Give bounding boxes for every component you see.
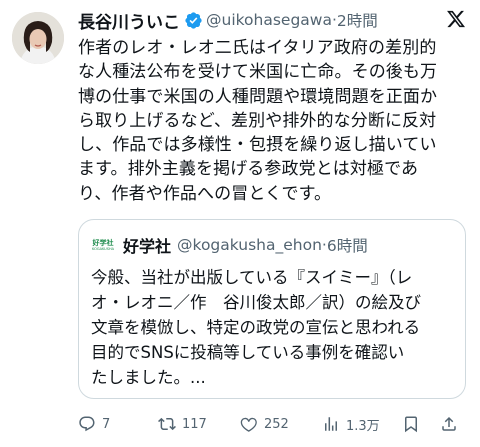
post-text-line: な人種法公布を受けて米国に亡命。その後も万	[78, 62, 438, 83]
post-text-line: ます。排外主義を掲げる参政党とは対極であ	[78, 159, 419, 180]
share-icon	[442, 416, 456, 431]
post-text-line: 作者のレオ・レオ二氏はイタリア政府の差別的	[78, 38, 437, 58]
quoted-text-line: 文章を模倣し、特定の政党の宣伝と思われる	[91, 318, 421, 337]
post-text: 作者のレオ・レオ二氏はイタリア政府の差別的 な人種法公布を受けて米国に亡命。その…	[78, 36, 468, 206]
post-text-line: ら取り上げるなど、差別や排外的な分断に反対	[78, 110, 437, 131]
quoted-avatar-logo-text: 好学社	[92, 238, 114, 247]
post-header: 長谷川ういこ @uikohasegawa · 2時間	[78, 8, 378, 33]
bookmark-icon	[405, 416, 417, 433]
quoted-text-line: たしました。...	[91, 368, 206, 387]
quoted-post-card[interactable]: 好学社 KOGAKUSHA 好学社 @kogakusha_ehon · 6時間 …	[78, 219, 466, 399]
quoted-text-line: 目的でSNSに投稿等している事例を確認い	[91, 343, 405, 362]
reply-icon	[79, 416, 95, 432]
author-name[interactable]: 長谷川ういこ	[78, 8, 180, 33]
quoted-post-timestamp: 6時間	[326, 237, 368, 255]
like-icon	[240, 417, 257, 432]
post-timestamp[interactable]: 2時間	[337, 9, 378, 31]
share-button[interactable]	[440, 415, 464, 433]
views-count: 1.3万	[346, 418, 380, 434]
avatar-image	[12, 12, 64, 64]
x-logo-icon[interactable]	[446, 9, 466, 29]
author-handle[interactable]: @uikohasegawa	[206, 11, 332, 29]
like-count: 252	[264, 416, 289, 432]
repost-button[interactable]: 117	[158, 415, 207, 433]
post-text-line: 博の仕事で米国の人種問題や環境問題を正面か	[78, 86, 438, 107]
views-icon	[325, 417, 337, 431]
post-action-bar: 7 117 252 1.3万	[78, 413, 470, 435]
verified-badge-icon	[185, 11, 202, 29]
quoted-post-header: 好学社 KOGAKUSHA 好学社 @kogakusha_ehon · 6時間	[91, 233, 368, 257]
author-avatar[interactable]	[12, 12, 64, 64]
quoted-post-text: 今般、当社が出版している『スイミー』（レ オ・レオニ／作 谷川俊太郎／訳）の絵及…	[91, 265, 457, 390]
views-button[interactable]: 1.3万	[322, 415, 380, 434]
quoted-avatar-logo-subtext: KOGAKUSHA	[92, 246, 114, 251]
repost-icon	[158, 417, 176, 431]
post-text-line: し、作品では多様性・包摂を繰り返し描いてい	[78, 135, 437, 156]
reply-count: 7	[102, 416, 111, 432]
quoted-author-name: 好学社	[123, 237, 172, 256]
quoted-text-line: 今般、当社が出版している『スイミー』（レ	[91, 268, 413, 287]
repost-count: 117	[182, 416, 207, 432]
bookmark-button[interactable]	[402, 415, 426, 433]
quoted-text-line: オ・レオニ／作 谷川俊太郎／訳）の絵及び	[91, 293, 421, 312]
post-text-line: り、作者や作品への冒とくです。	[78, 183, 332, 204]
quoted-author-avatar: 好学社 KOGAKUSHA	[91, 233, 115, 257]
like-button[interactable]: 252	[240, 415, 289, 433]
quoted-author-handle: @kogakusha_ehon	[177, 236, 322, 254]
reply-button[interactable]: 7	[78, 415, 110, 433]
